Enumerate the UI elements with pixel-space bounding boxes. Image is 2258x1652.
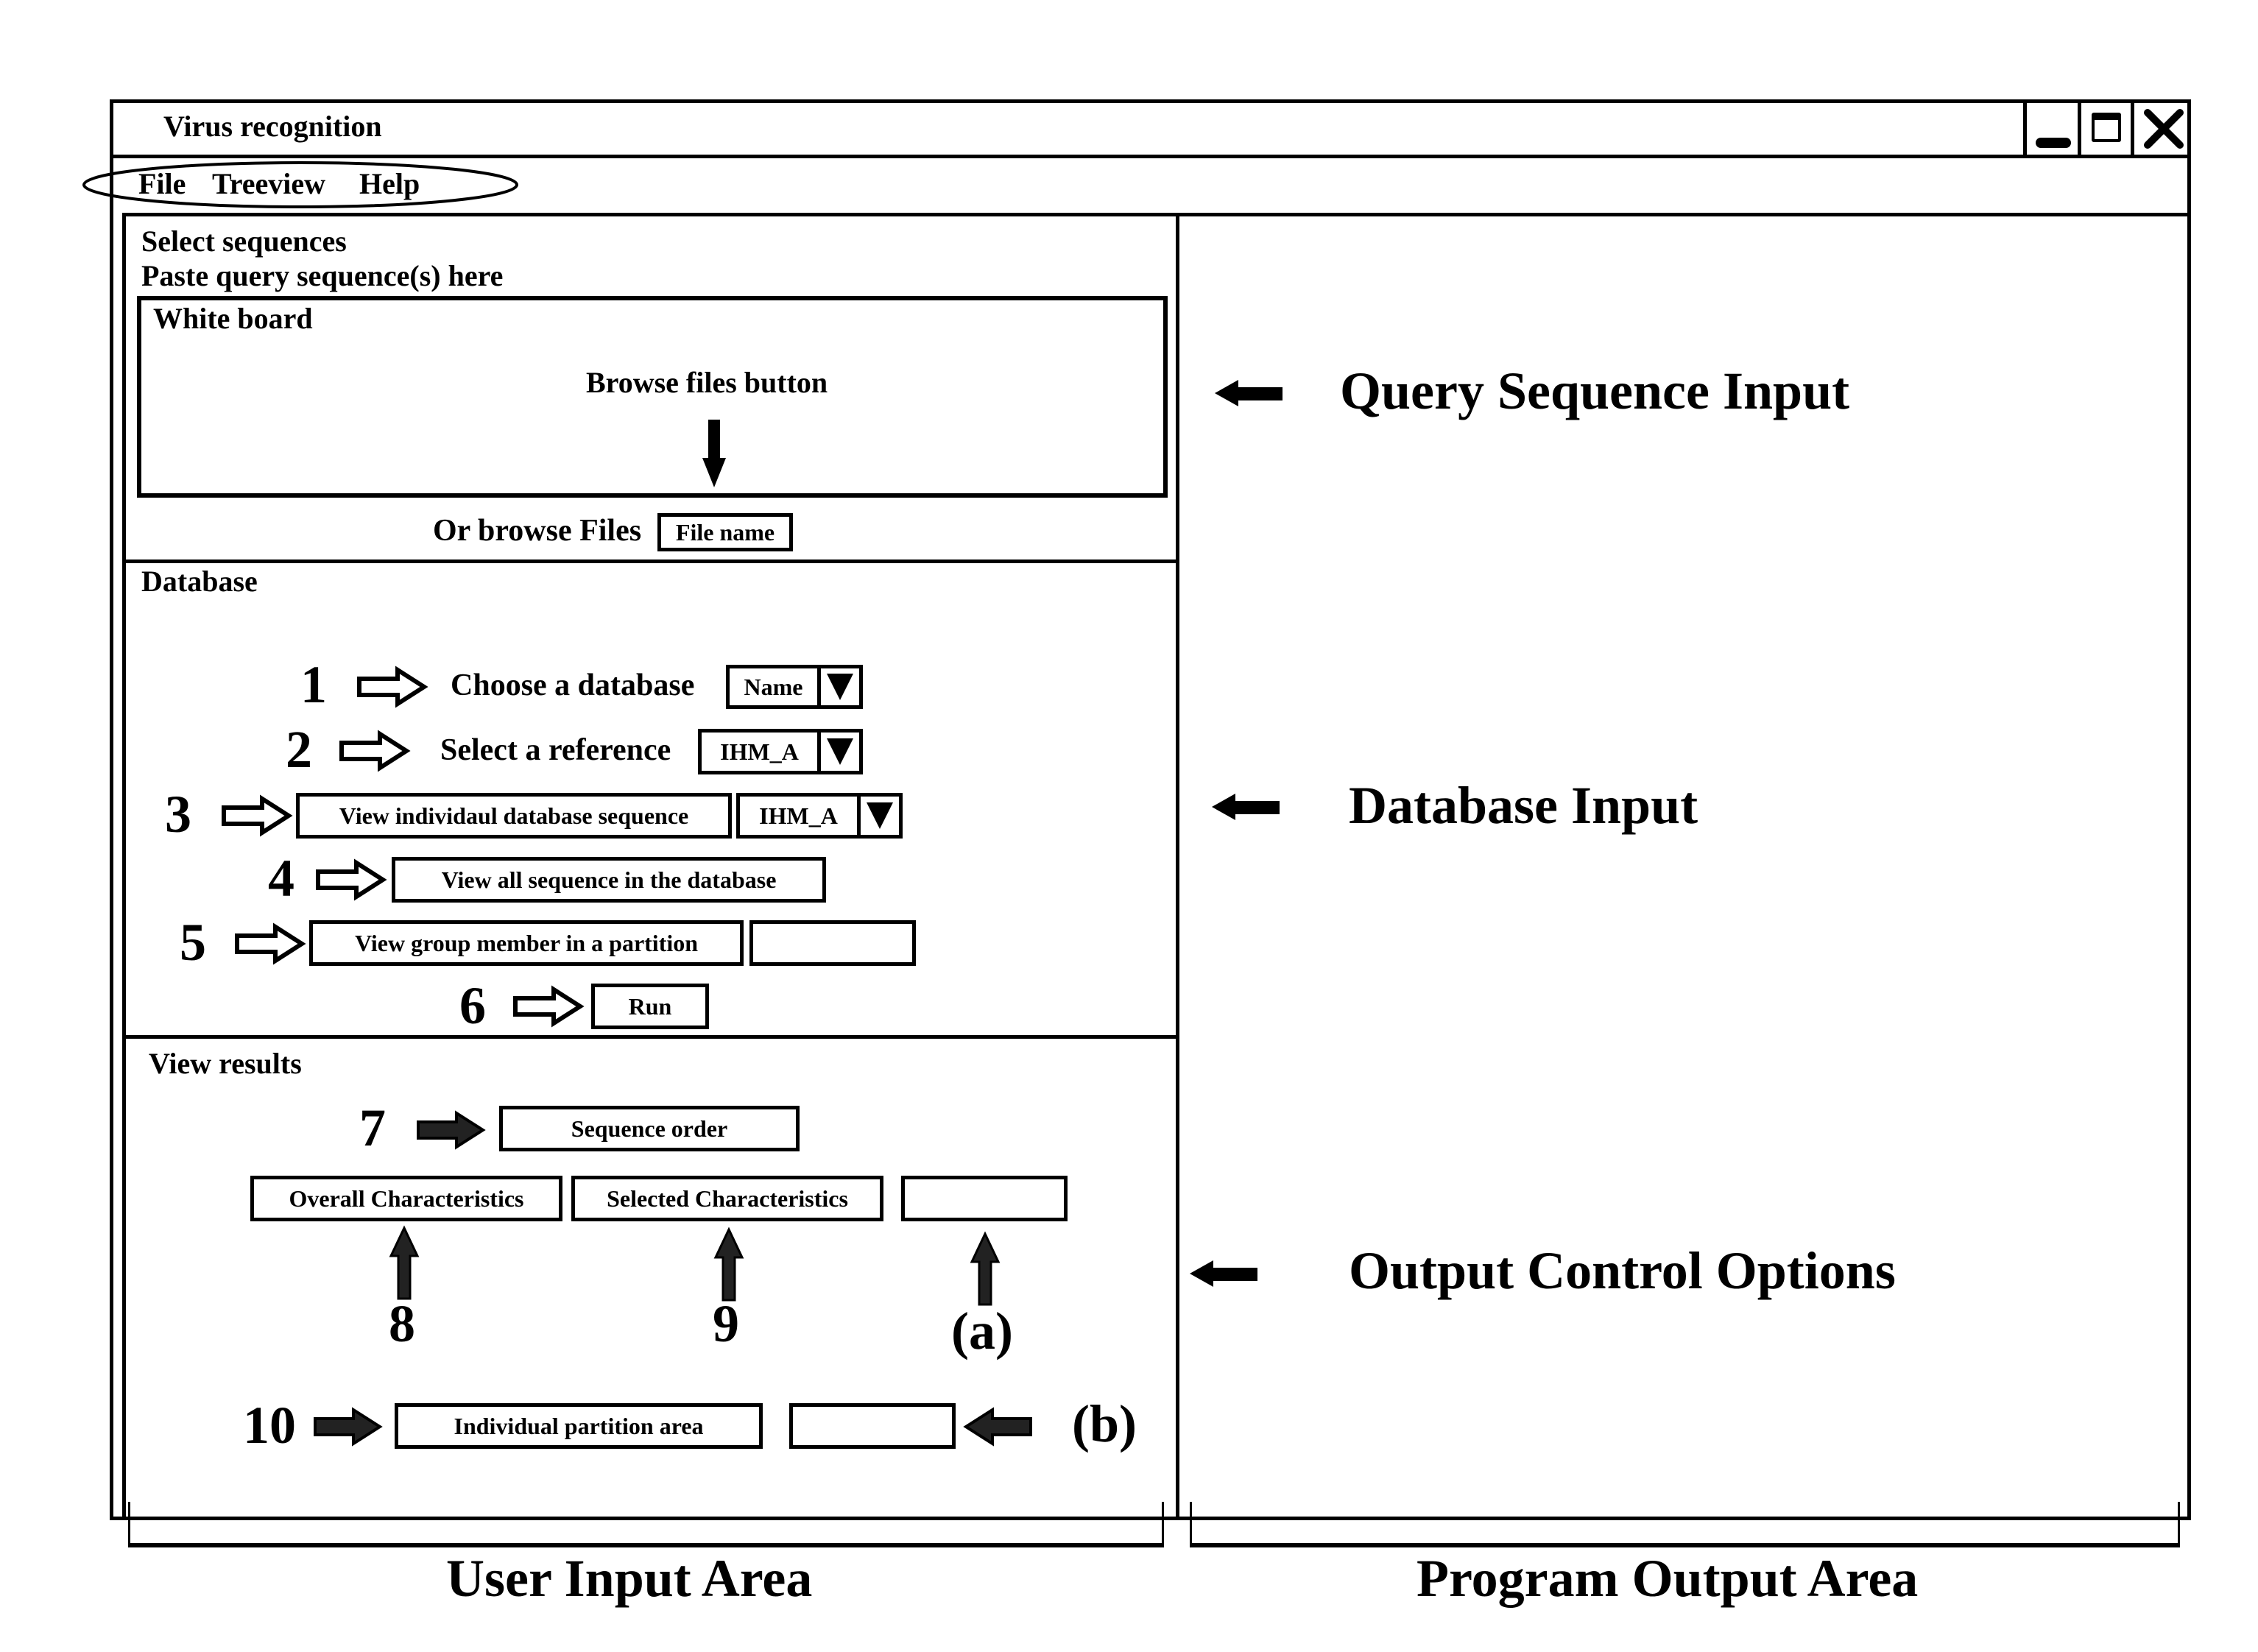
browse-annotation: Browse files button [586, 366, 828, 399]
maximize-icon [2092, 113, 2121, 142]
query-sequence-input-annotation: Query Sequence Input [1340, 361, 1850, 420]
arrow-down-icon [702, 420, 726, 487]
output-control-annotation: Output Control Options [1349, 1241, 1896, 1300]
bracket-right-bottom [1190, 1543, 2180, 1547]
step-number-4: 4 [268, 849, 294, 908]
dropdown-arrow-icon[interactable] [821, 733, 859, 771]
window-title: Virus recognition [163, 110, 382, 143]
arrow-right-icon [316, 858, 387, 901]
bracket-left-start [128, 1502, 130, 1546]
program-output-area-label: Program Output Area [1416, 1549, 1919, 1608]
arrow-right-icon [339, 730, 411, 772]
menu-help[interactable]: Help [359, 169, 420, 199]
maximize-button[interactable] [2078, 99, 2132, 156]
option-a-label: (a) [951, 1302, 1013, 1360]
view-individual-sequence-button[interactable]: View individaul database sequence [296, 793, 732, 839]
paste-instruction: Paste query sequence(s) here [141, 259, 504, 292]
arrow-right-icon [235, 922, 306, 965]
arrow-up-icon [970, 1231, 1001, 1306]
database-heading: Database [141, 565, 258, 598]
individual-sequence-select[interactable]: IHM_A [736, 793, 903, 839]
menu-file[interactable]: File [138, 169, 186, 199]
step-number-10: 10 [243, 1396, 296, 1455]
arrow-right-icon [222, 794, 293, 837]
section-divider-results [122, 1035, 1178, 1039]
database-input-annotation: Database Input [1349, 776, 1698, 835]
title-bar-divider [110, 155, 2191, 158]
close-icon [2144, 109, 2184, 149]
menu-treeview[interactable]: Treeview [212, 169, 325, 199]
individual-sequence-select-value: IHM_A [740, 797, 861, 835]
minimize-icon [2036, 138, 2071, 148]
menu-bar-divider [122, 213, 2191, 216]
step-number-6: 6 [459, 976, 486, 1035]
or-browse-label: Or browse Files [433, 514, 642, 548]
choose-database-label: Choose a database [451, 668, 695, 702]
bracket-left-bottom [128, 1543, 1164, 1547]
arrow-right-filled-icon [417, 1110, 486, 1150]
select-sequences-heading: Select sequences [141, 225, 347, 258]
bracket-right-end [2178, 1502, 2180, 1546]
dropdown-arrow-icon[interactable] [861, 797, 899, 835]
section-divider-database [122, 560, 1178, 563]
sequence-order-button[interactable]: Sequence order [499, 1106, 800, 1151]
step-number-2: 2 [286, 720, 312, 779]
database-select-value: Name [730, 668, 821, 705]
overall-characteristics-button[interactable]: Overall Characteristics [250, 1176, 562, 1221]
option-a-input[interactable] [901, 1176, 1068, 1221]
step-number-1: 1 [300, 655, 327, 714]
dropdown-arrow-icon[interactable] [821, 668, 859, 705]
arrow-up-icon [713, 1226, 744, 1302]
view-all-sequence-button[interactable]: View all sequence in the database [392, 857, 826, 903]
select-reference-label: Select a reference [440, 733, 671, 767]
user-input-area-label: User Input Area [446, 1549, 813, 1608]
view-results-heading: View results [149, 1047, 302, 1080]
arrow-left-icon [1215, 380, 1283, 406]
window-inner-left-border [122, 214, 126, 1520]
option-b-label: (b) [1072, 1394, 1137, 1453]
whiteboard-label: White board [153, 302, 313, 335]
step-number-8: 8 [389, 1294, 415, 1353]
database-select[interactable]: Name [726, 665, 863, 709]
arrow-right-filled-icon [314, 1407, 383, 1447]
step-number-7: 7 [359, 1098, 386, 1157]
minimize-button[interactable] [2023, 99, 2079, 156]
arrow-left-icon [1212, 794, 1280, 820]
partition-input[interactable] [749, 920, 916, 966]
view-group-member-button[interactable]: View group member in a partition [309, 920, 744, 966]
arrow-right-icon [357, 666, 428, 708]
bracket-right-start [1190, 1502, 1192, 1546]
arrow-left-filled-icon [963, 1407, 1032, 1447]
arrow-up-icon [389, 1225, 420, 1300]
run-button[interactable]: Run [591, 984, 709, 1029]
step-number-3: 3 [165, 785, 191, 844]
step-number-5: 5 [180, 913, 206, 972]
bracket-left-end [1162, 1502, 1164, 1546]
close-button[interactable] [2131, 99, 2191, 156]
selected-characteristics-button[interactable]: Selected Characteristics [571, 1176, 883, 1221]
reference-select-value: IHM_A [702, 733, 821, 771]
arrow-right-icon [513, 985, 585, 1028]
step-number-9: 9 [713, 1294, 739, 1353]
file-name-button[interactable]: File name [657, 513, 793, 551]
pane-divider [1176, 214, 1179, 1520]
reference-select[interactable]: IHM_A [698, 729, 863, 774]
individual-partition-button[interactable]: Individual partition area [395, 1403, 763, 1449]
arrow-left-icon [1190, 1260, 1257, 1287]
option-b-input[interactable] [789, 1403, 956, 1449]
